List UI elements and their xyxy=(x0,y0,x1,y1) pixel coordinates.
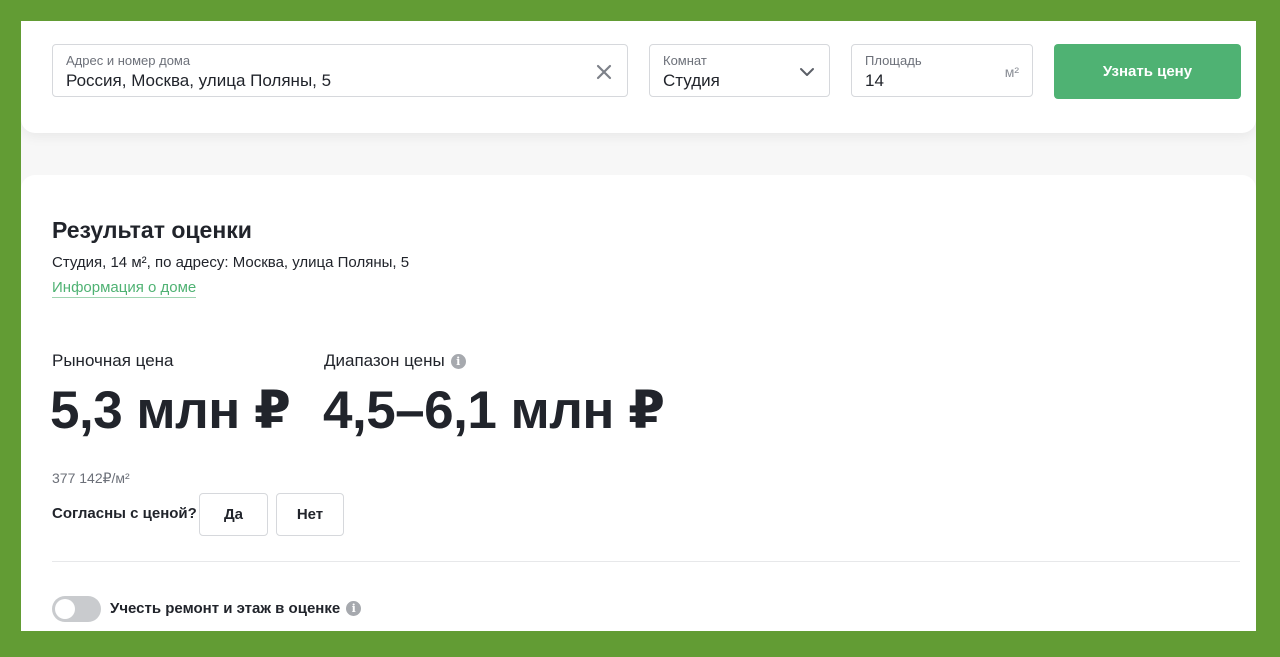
price-range-label-wrap: Диапазон цены i xyxy=(324,351,466,371)
get-price-button[interactable]: Узнать цену xyxy=(1054,44,1241,99)
yes-button[interactable]: Да xyxy=(199,493,268,536)
result-card: Результат оценки Студия, 14 м², по адрес… xyxy=(21,175,1256,631)
area-unit: м² xyxy=(1004,64,1019,80)
market-price-label: Рыночная цена xyxy=(52,351,174,370)
area-field-label: Площадь xyxy=(865,53,922,68)
price-per-meter: 377 142₽/м² xyxy=(52,470,130,486)
area-field-value[interactable]: 14 xyxy=(865,71,884,91)
toggle-knob xyxy=(55,599,75,619)
area-field[interactable]: Площадь 14 м² xyxy=(851,44,1033,97)
address-field[interactable]: Адрес и номер дома Россия, Москва, улица… xyxy=(52,44,628,97)
price-range-label: Диапазон цены xyxy=(324,351,445,370)
toggle-label-wrap: Учесть ремонт и этаж в оценке i xyxy=(110,600,362,617)
result-title: Результат оценки xyxy=(52,217,252,243)
agree-question: Согласны с ценой? xyxy=(52,505,197,522)
info-icon[interactable]: i xyxy=(450,354,466,369)
chevron-down-icon[interactable] xyxy=(799,65,815,77)
toggle-label: Учесть ремонт и этаж в оценке xyxy=(110,600,341,617)
info-icon[interactable]: i xyxy=(346,601,362,616)
divider xyxy=(52,561,1240,562)
house-info-link[interactable]: Информация о доме xyxy=(52,279,197,298)
repair-floor-toggle[interactable] xyxy=(52,596,101,622)
app-frame: Адрес и номер дома Россия, Москва, улица… xyxy=(21,21,1256,631)
result-subtitle: Студия, 14 м², по адресу: Москва, улица … xyxy=(52,254,410,271)
no-button[interactable]: Нет xyxy=(276,493,344,536)
close-icon[interactable] xyxy=(595,63,613,81)
rooms-select-label: Комнат xyxy=(663,53,707,68)
address-field-value[interactable]: Россия, Москва, улица Поляны, 5 xyxy=(66,71,331,91)
market-price-value: 5,3 млн ₽ xyxy=(50,381,291,440)
search-panel: Адрес и номер дома Россия, Москва, улица… xyxy=(21,21,1256,133)
rooms-select-value[interactable]: Студия xyxy=(663,71,720,91)
rooms-select[interactable]: Комнат Студия xyxy=(649,44,830,97)
price-range-value: 4,5–6,1 млн ₽ xyxy=(323,381,665,440)
address-field-label: Адрес и номер дома xyxy=(66,53,191,68)
